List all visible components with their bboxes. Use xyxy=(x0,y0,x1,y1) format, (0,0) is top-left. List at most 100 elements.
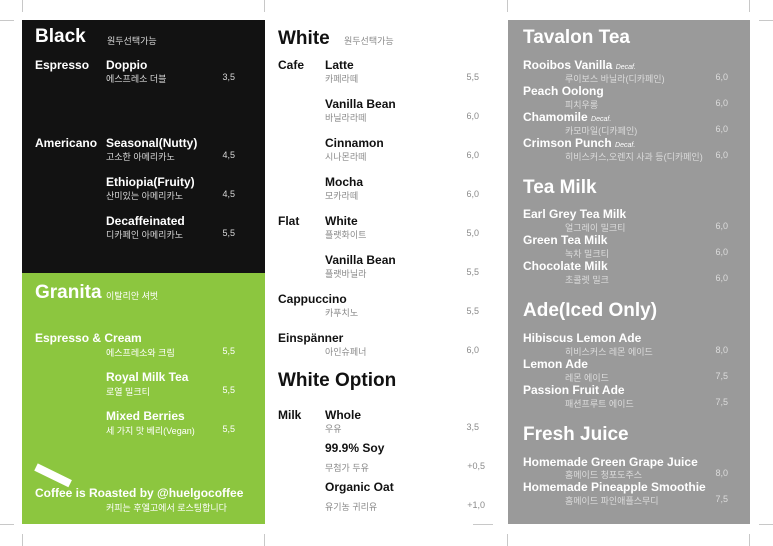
option-name: 99.9% Soy xyxy=(325,441,385,455)
menu-item-price: 8,0 xyxy=(715,468,728,478)
menu-item-price: 5,5 xyxy=(466,72,479,82)
roaster-credit: Coffee is Roasted by @huelgocoffee xyxy=(35,486,244,500)
black-coffee-section: Black 원두선택가능 Espresso Doppio 에스프레소 더블 3,… xyxy=(22,20,265,273)
option-section-title: White Option xyxy=(278,370,397,391)
category-label: Cafe xyxy=(278,58,305,72)
menu-item-korean: 아인슈페너 xyxy=(325,347,367,357)
tea-and-drinks-section: Tavalon Tea Rooibos Vanilla Decaf. 루이보스 … xyxy=(508,20,750,524)
menu-item-price: 6,0 xyxy=(715,150,728,160)
roaster-credit-korean: 커피는 후엘고에서 로스팅합니다 xyxy=(106,503,227,513)
menu-item-korean: 고소한 아메리카노 xyxy=(106,152,175,162)
menu-item-price: 6,0 xyxy=(715,221,728,231)
section-title: Fresh Juice xyxy=(523,424,629,445)
menu-item-name: Cinnamon xyxy=(325,136,384,150)
white-coffee-section: White 원두선택가능 Cafe Latte 카페라떼 5,5 Vanilla… xyxy=(265,20,493,524)
option-price: +1,0 xyxy=(467,500,485,510)
menu-item-price: 7,5 xyxy=(715,371,728,381)
menu-item-korean: 바닐라라떼 xyxy=(325,113,367,123)
option-korean: 무첨가 두유 xyxy=(325,463,369,473)
menu-item-name: Decaffeinated xyxy=(106,214,185,228)
menu-item-price: 6,0 xyxy=(715,72,728,82)
menu-item-price: 6,0 xyxy=(466,345,479,355)
menu-item-name: Hibiscus Lemon Ade xyxy=(523,331,642,345)
menu-item-korean: 플랫바닐라 xyxy=(325,269,367,279)
menu-item-name: Earl Grey Tea Milk xyxy=(523,207,627,221)
menu-item-price: 6,0 xyxy=(466,111,479,121)
section-title: Granita xyxy=(35,282,102,303)
decaf-note: Decaf. xyxy=(591,116,612,123)
menu-item-price: 5,0 xyxy=(466,228,479,238)
section-title: Tavalon Tea xyxy=(523,27,630,48)
menu-item-name: Lemon Ade xyxy=(523,357,588,371)
menu-item-name: Green Tea Milk xyxy=(523,233,608,247)
option-name: Whole xyxy=(325,408,361,422)
menu-item-price: 8,0 xyxy=(715,345,728,355)
menu-item-korean: 패션프루트 에이드 xyxy=(565,399,634,409)
menu-item-price: 7,5 xyxy=(715,397,728,407)
menu-item-name: Royal Milk Tea xyxy=(106,370,189,384)
menu-item-price: 4,5 xyxy=(222,189,235,199)
menu-item-korean: 에스프레소 더블 xyxy=(106,74,167,84)
menu-item-price: 6,0 xyxy=(715,273,728,283)
menu-item-name: Vanilla Bean xyxy=(325,253,396,267)
menu-item-korean: 초콜렛 밀크 xyxy=(565,275,609,285)
granita-section: Granita 이탈리안 셔벗 Espresso & Cream 에스프레소와 … xyxy=(22,273,265,524)
menu-item-name: Peach Oolong xyxy=(523,84,604,98)
menu-item-price: 5,5 xyxy=(466,306,479,316)
section-subtitle: 이탈리안 셔벗 xyxy=(106,291,159,301)
menu-item-korean: 로열 밀크티 xyxy=(106,387,150,397)
category-label: Milk xyxy=(278,408,302,422)
menu-item-name: Crimson Punch Decaf. xyxy=(523,136,636,150)
option-korean: 유기농 귀리유 xyxy=(325,502,378,512)
category-label: Flat xyxy=(278,214,300,228)
menu-item-korean: 시나몬라떼 xyxy=(325,152,367,162)
section-title: White xyxy=(278,28,330,49)
menu-item-name: Einspänner xyxy=(278,331,344,345)
section-subtitle: 원두선택가능 xyxy=(344,36,394,46)
option-price: +0,5 xyxy=(467,461,485,471)
menu-item-name: Chocolate Milk xyxy=(523,259,608,273)
menu-item-name: Homemade Green Grape Juice xyxy=(523,455,698,469)
menu-item-price: 5,5 xyxy=(222,346,235,356)
menu-item-price: 3,5 xyxy=(222,72,235,82)
section-subtitle: 원두선택가능 xyxy=(107,36,157,46)
menu-item-name: Espresso & Cream xyxy=(35,331,142,345)
option-name: Organic Oat xyxy=(325,480,394,494)
menu-item-name: Rooibos Vanilla Decaf. xyxy=(523,58,636,72)
option-korean: 우유 xyxy=(325,424,342,434)
decaf-note: Decaf. xyxy=(615,142,636,149)
menu-item-korean: 세 가지 맛 베리(Vegan) xyxy=(106,426,195,436)
menu-item-price: 6,0 xyxy=(715,247,728,257)
menu-item-name: Vanilla Bean xyxy=(325,97,396,111)
menu-item-korean: 에스프레소와 크림 xyxy=(106,348,175,358)
menu-item-name: Chamomile Decaf. xyxy=(523,110,612,124)
menu-item-name: Seasonal(Nutty) xyxy=(106,136,198,150)
menu-item-price: 4,5 xyxy=(222,150,235,160)
menu-item-name: Homemade Pineapple Smoothie xyxy=(523,480,706,494)
menu-item-korean: 카페라떼 xyxy=(325,74,359,84)
menu-item-price: 6,0 xyxy=(715,124,728,134)
decaf-note: Decaf. xyxy=(615,64,636,71)
menu-item-name: Mixed Berries xyxy=(106,409,185,423)
category-label: Espresso xyxy=(35,58,90,72)
menu-item-price: 7,5 xyxy=(715,494,728,504)
menu-item-korean: 히비스커스,오렌지 사과 등(디카페인) xyxy=(565,152,703,162)
menu-item-price: 5,5 xyxy=(222,424,235,434)
section-title: Ade(Iced Only) xyxy=(523,300,658,321)
menu-item-name: White xyxy=(325,214,358,228)
menu-item-price: 6,0 xyxy=(715,98,728,108)
menu-item-price: 6,0 xyxy=(466,150,479,160)
menu-item-korean: 산미있는 아메리카노 xyxy=(106,191,184,201)
section-title: Black xyxy=(35,26,86,47)
menu-item-price: 5,5 xyxy=(222,228,235,238)
menu-item-price: 5,5 xyxy=(466,267,479,277)
menu-item-name: Ethiopia(Fruity) xyxy=(106,175,195,189)
menu-item-korean: 디카페인 아메리카노 xyxy=(106,230,184,240)
menu-item-name: Cappuccino xyxy=(278,292,347,306)
menu-item-price: 6,0 xyxy=(466,189,479,199)
menu-item-price: 5,5 xyxy=(222,385,235,395)
menu-item-name: Passion Fruit Ade xyxy=(523,383,625,397)
menu-item-korean: 홈메이드 파인애플스무디 xyxy=(565,496,659,506)
menu-item-korean: 플랫화이트 xyxy=(325,230,367,240)
menu-item-name: Mocha xyxy=(325,175,364,189)
